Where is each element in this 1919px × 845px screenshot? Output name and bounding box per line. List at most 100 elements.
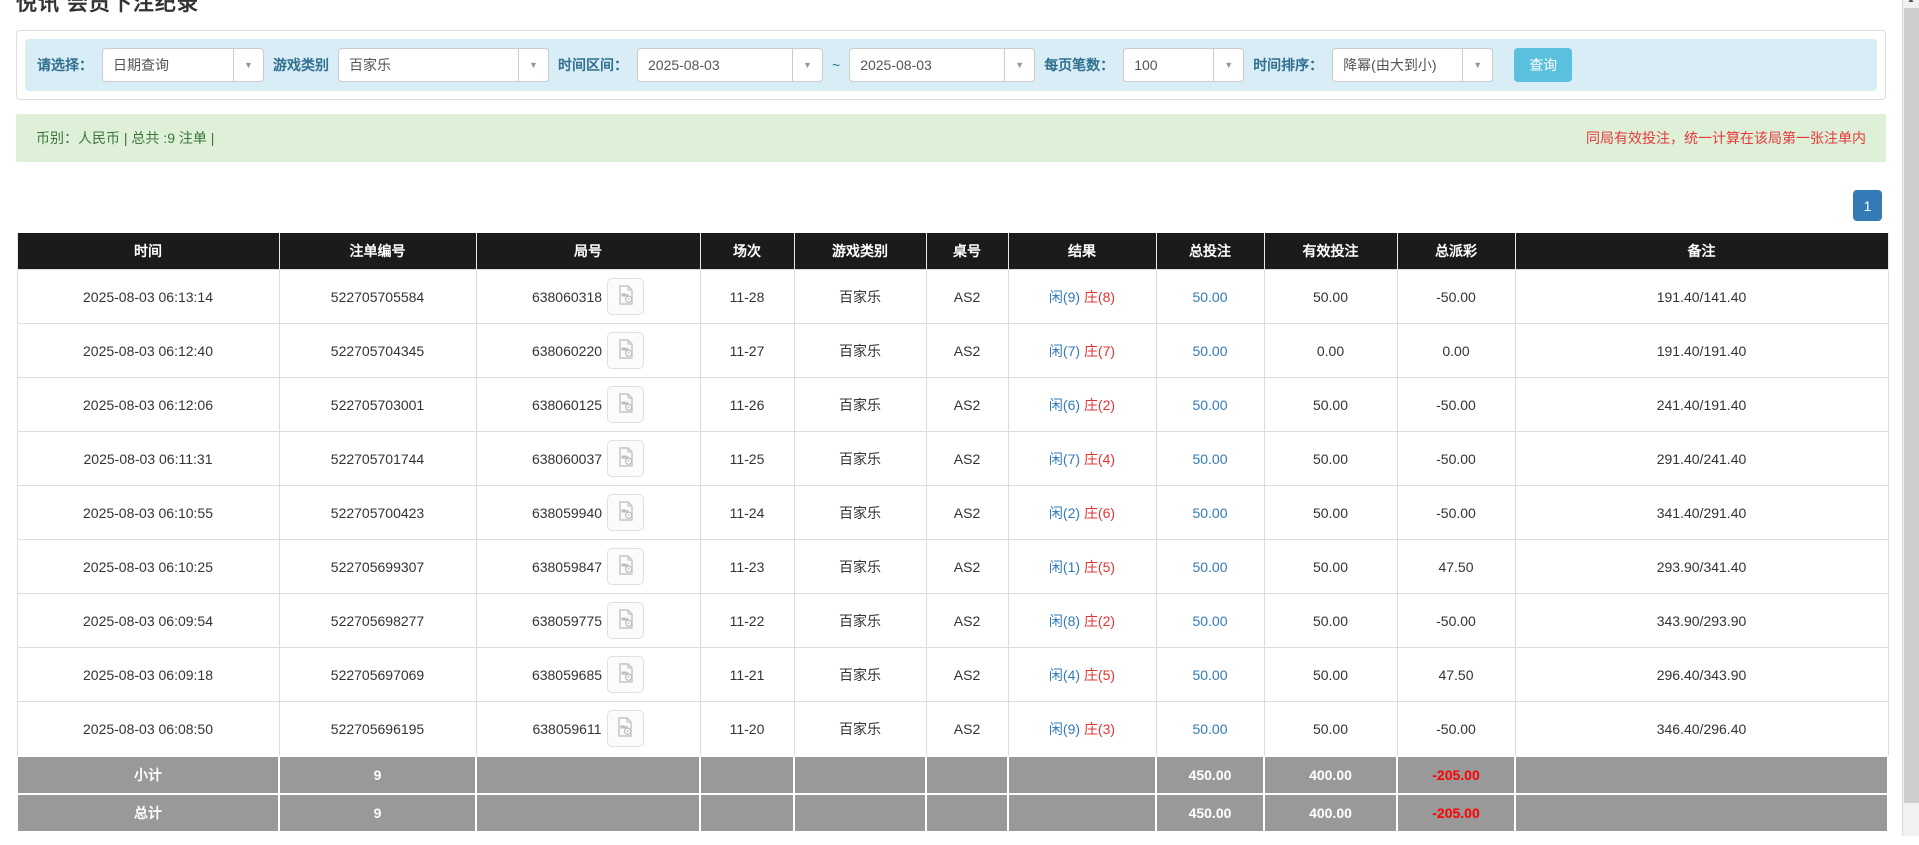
cell-valid-bet: 0.00 — [1263, 323, 1398, 378]
cell-round-id: 638060037 — [475, 431, 701, 486]
cell-total-bet[interactable]: 50.00 — [1155, 647, 1265, 702]
time-range-label: 时间区间： — [558, 57, 628, 73]
round-id-text: 638060037 — [531, 450, 603, 467]
cell-result: 闲(8) 庄(2) — [1007, 593, 1157, 648]
per-page-label: 每页笔数： — [1044, 57, 1115, 73]
cell-valid-bet: 50.00 — [1263, 431, 1398, 486]
cell-game: 百家乐 — [793, 485, 927, 540]
cell-total-bet[interactable]: 50.00 — [1155, 539, 1265, 594]
result-banker: 庄(5) — [1083, 666, 1116, 683]
video-file-icon — [615, 446, 637, 471]
video-replay-button[interactable] — [607, 602, 645, 639]
date-to-value: 2025-08-03 — [860, 57, 932, 73]
video-replay-button[interactable] — [607, 278, 645, 315]
cell-total-bet[interactable]: 50.00 — [1155, 593, 1265, 648]
cell-round-id: 638059611 — [475, 701, 701, 757]
cell-total-bet[interactable]: 50.00 — [1155, 485, 1265, 540]
total-count: 9 — [278, 793, 477, 833]
date-from-select[interactable]: 2025-08-03 ▼ — [637, 48, 823, 82]
cell-note: 346.40/296.40 — [1514, 701, 1889, 757]
cell-table-no: AS2 — [925, 593, 1009, 648]
cell-result: 闲(7) 庄(7) — [1007, 323, 1157, 378]
subtotal-payout: -205.00 — [1396, 755, 1516, 795]
cell-session: 11-23 — [699, 539, 795, 594]
game-category-select[interactable]: 百家乐 ▼ — [338, 48, 549, 82]
video-replay-button[interactable] — [607, 494, 645, 531]
cell-total-bet[interactable]: 50.00 — [1155, 701, 1265, 757]
subtotal-valid-bet: 400.00 — [1263, 755, 1398, 795]
currency-total-text: 币别：人民币 | 总共 :9 注单 | — [36, 130, 215, 146]
vertical-scrollbar[interactable]: ▲ — [1902, 0, 1919, 836]
round-id-text: 638060318 — [531, 288, 603, 305]
result-banker: 庄(4) — [1083, 450, 1116, 467]
cell-game: 百家乐 — [793, 539, 927, 594]
cell-total-bet[interactable]: 50.00 — [1155, 323, 1265, 378]
cell-payout: -50.00 — [1396, 701, 1516, 757]
cell-game: 百家乐 — [793, 431, 927, 486]
query-type-label: 请选择： — [37, 57, 93, 73]
cell-valid-bet: 50.00 — [1263, 701, 1398, 757]
game-category-value: 百家乐 — [349, 57, 391, 73]
video-replay-button[interactable] — [607, 656, 645, 693]
query-type-select[interactable]: 日期查询 ▼ — [102, 48, 264, 82]
search-button[interactable]: 查询 — [1514, 48, 1573, 82]
table-header-row: 时间 注单编号 局号 场次 游戏类别 桌号 结果 总投注 有效投注 总派彩 备注 — [16, 233, 1889, 270]
cell-bet-id: 522705697069 — [278, 647, 477, 702]
cell-session: 11-21 — [699, 647, 795, 702]
cell-table-no: AS2 — [925, 701, 1009, 757]
cell-note: 341.40/291.40 — [1514, 485, 1889, 540]
cell-round-id: 638059775 — [475, 593, 701, 648]
video-replay-button[interactable] — [607, 548, 645, 585]
video-replay-button[interactable] — [606, 710, 644, 747]
chevron-down-icon: ▼ — [1213, 49, 1243, 81]
cell-note: 343.90/293.90 — [1514, 593, 1889, 648]
cell-time: 2025-08-03 06:09:18 — [16, 647, 280, 702]
cell-game: 百家乐 — [793, 269, 927, 324]
cell-payout: 47.50 — [1396, 539, 1516, 594]
cell-total-bet[interactable]: 50.00 — [1155, 269, 1265, 324]
col-header-valid-bet: 有效投注 — [1263, 233, 1398, 270]
cell-time: 2025-08-03 06:13:14 — [16, 269, 280, 324]
round-id-text: 638059775 — [531, 612, 603, 629]
result-player: 闲(7) — [1048, 450, 1081, 467]
per-page-select[interactable]: 100 ▼ — [1123, 48, 1245, 82]
video-replay-button[interactable] — [607, 332, 645, 369]
cell-table-no: AS2 — [925, 431, 1009, 486]
cell-time: 2025-08-03 06:11:31 — [16, 431, 280, 486]
cell-total-bet[interactable]: 50.00 — [1155, 377, 1265, 432]
cell-payout: -50.00 — [1396, 593, 1516, 648]
page-1-button[interactable]: 1 — [1853, 190, 1882, 221]
round-id-text: 638059611 — [532, 720, 602, 737]
cell-total-bet[interactable]: 50.00 — [1155, 431, 1265, 486]
video-file-icon — [615, 500, 637, 525]
col-header-total-bet: 总投注 — [1155, 233, 1265, 270]
time-sort-value: 降幂(由大到小) — [1343, 57, 1437, 73]
video-file-icon — [615, 662, 637, 687]
video-file-icon — [615, 338, 637, 363]
cell-payout: -50.00 — [1396, 431, 1516, 486]
time-sort-select[interactable]: 降幂(由大到小) ▼ — [1332, 48, 1494, 82]
cell-round-id: 638060318 — [475, 269, 701, 324]
chevron-down-icon: ▼ — [792, 49, 822, 81]
result-banker: 庄(5) — [1083, 558, 1116, 575]
query-type-value: 日期查询 — [113, 57, 169, 73]
video-replay-button[interactable] — [607, 440, 645, 477]
col-header-payout: 总派彩 — [1396, 233, 1516, 270]
date-to-select[interactable]: 2025-08-03 ▼ — [849, 48, 1036, 82]
col-header-game: 游戏类别 — [793, 233, 927, 270]
subtotal-total-bet: 450.00 — [1155, 755, 1265, 795]
result-player: 闲(4) — [1048, 666, 1081, 683]
table-row: 2025-08-03 06:09:54 522705698277 638059775… — [16, 593, 1889, 648]
cell-table-no: AS2 — [925, 647, 1009, 702]
result-player: 闲(9) — [1048, 288, 1081, 305]
page-content: 悦讯 会员下注纪录 请选择： 日期查询 ▼ 游戏类别 百家乐 ▼ 时间区间： 2… — [0, 0, 1902, 833]
cell-payout: -50.00 — [1396, 377, 1516, 432]
cell-payout: -50.00 — [1396, 269, 1516, 324]
scroll-up-arrow-icon[interactable]: ▲ — [1903, 0, 1919, 8]
cell-time: 2025-08-03 06:12:40 — [16, 323, 280, 378]
result-banker: 庄(6) — [1083, 504, 1116, 521]
scrollbar-thumb[interactable] — [1904, 8, 1919, 803]
page-title: 悦讯 会员下注纪录 — [16, 0, 199, 15]
valid-bet-notice-text: 同局有效投注，统一计算在该局第一张注单内 — [1586, 130, 1866, 146]
video-replay-button[interactable] — [607, 386, 645, 423]
